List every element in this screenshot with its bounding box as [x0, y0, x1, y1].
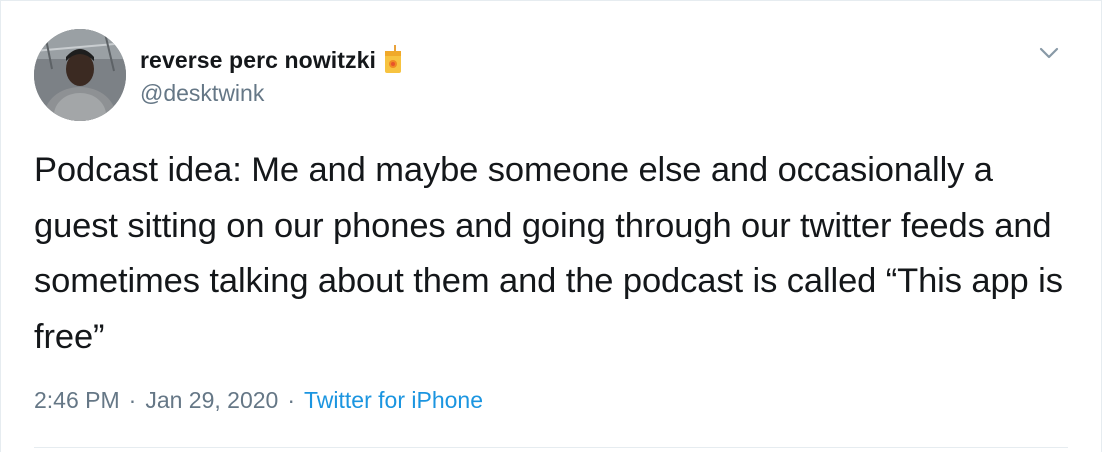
tweet-card: reverse perc nowitzki @desktwink Podcast…: [0, 0, 1102, 452]
tweet-source-link[interactable]: Twitter for iPhone: [304, 387, 483, 414]
avatar-image: [34, 29, 126, 121]
tweet-text: Podcast idea: Me and maybe someone else …: [34, 151, 1063, 356]
user-info: reverse perc nowitzki @desktwink: [140, 29, 404, 121]
tweet-meta: 2:46 PM · Jan 29, 2020 · Twitter for iPh…: [34, 387, 483, 414]
tweet-time[interactable]: 2:46 PM: [34, 387, 120, 414]
user-handle[interactable]: @desktwink: [140, 80, 404, 107]
display-name[interactable]: reverse perc nowitzki: [140, 47, 376, 74]
juice-box-icon: [382, 45, 404, 75]
divider: [34, 447, 1068, 448]
tweet-header: reverse perc nowitzki @desktwink: [34, 29, 404, 121]
chevron-down-icon[interactable]: [1037, 41, 1061, 65]
tweet-date[interactable]: Jan 29, 2020: [145, 387, 278, 414]
meta-separator: ·: [287, 387, 296, 413]
name-row: reverse perc nowitzki: [140, 43, 404, 77]
avatar[interactable]: [34, 29, 126, 121]
meta-separator: ·: [128, 387, 137, 413]
